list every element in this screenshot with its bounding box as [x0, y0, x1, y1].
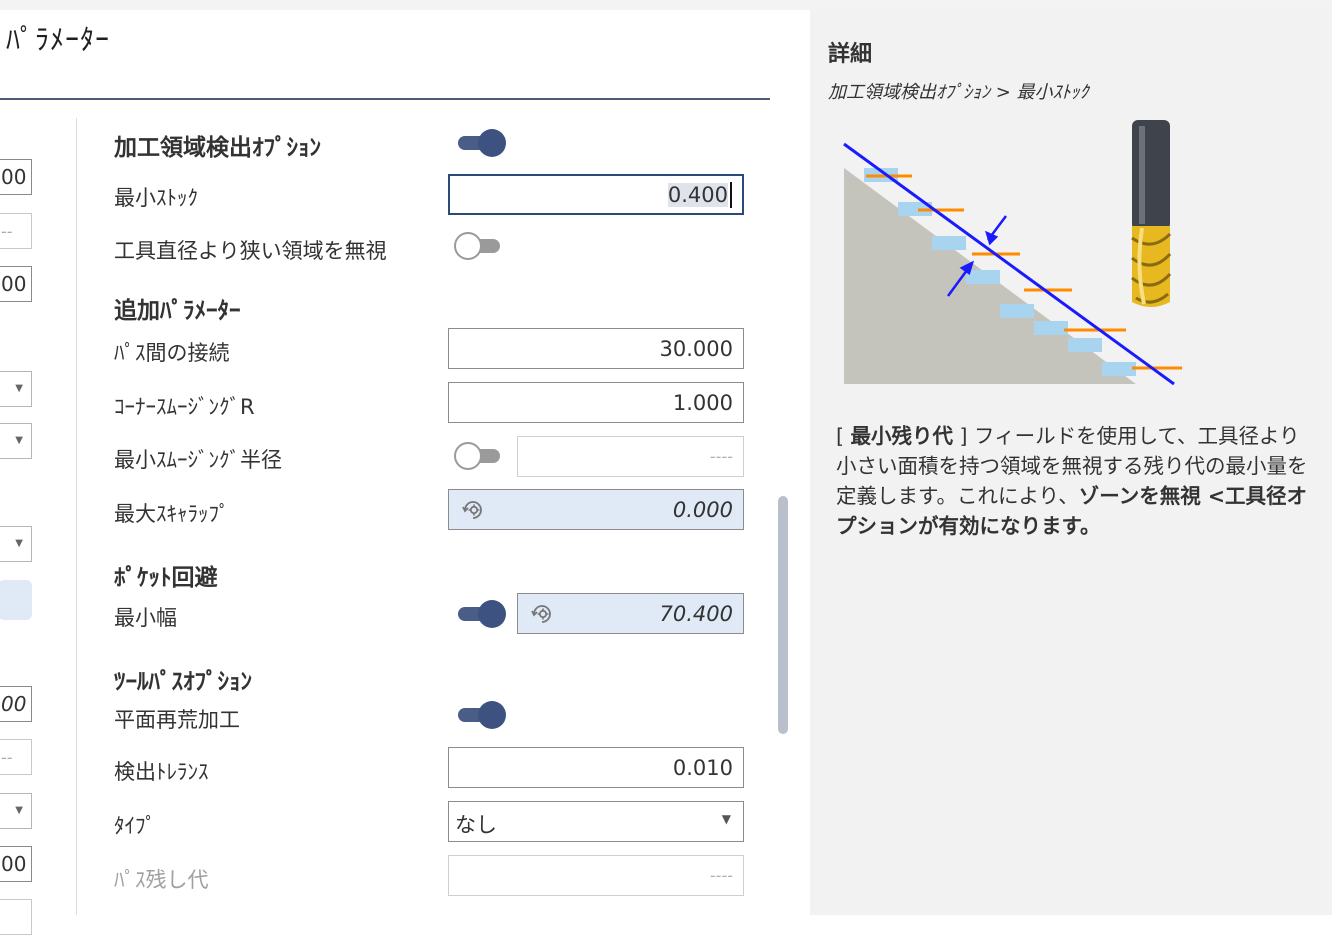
left-input-3[interactable]: 00	[0, 266, 32, 302]
calculator-refresh-icon[interactable]	[530, 602, 554, 626]
max-scallop-value: 0.000	[672, 497, 733, 522]
flat-rerough-label: 平面再荒加工	[114, 708, 240, 732]
detection-toggle[interactable]	[456, 129, 506, 157]
left-select-4[interactable]	[0, 793, 32, 829]
desc-bracket-open: [	[836, 424, 851, 448]
end-mill-icon	[1131, 120, 1172, 307]
corner-radius-label: ｺｰﾅｰｽﾑｰｼﾞﾝｸﾞR	[114, 395, 255, 419]
min-stock-diagram	[843, 120, 1182, 386]
max-scallop-input[interactable]: 0.000	[448, 489, 744, 530]
left-input-1[interactable]: 00	[0, 159, 32, 195]
left-input-4[interactable]: 00	[0, 686, 32, 722]
tolerance-label: 検出ﾄﾚﾗﾝｽ	[114, 760, 209, 784]
type-select-value: なし	[455, 813, 497, 837]
min-stock-value: 0.400	[667, 182, 728, 207]
section-toolpath-title: ﾂｰﾙﾊﾟｽｵﾌﾟｼｮﾝ	[114, 669, 252, 695]
min-stock-input[interactable]: 0.400	[448, 174, 744, 215]
min-stock-label: 最小ｽﾄｯｸ	[114, 186, 198, 210]
left-select-2[interactable]	[0, 423, 32, 459]
left-select-1[interactable]	[0, 371, 32, 407]
left-select-3[interactable]	[0, 526, 32, 562]
desc-term: 最小残り代	[850, 424, 954, 448]
title-divider	[0, 98, 770, 100]
type-label: ﾀｲﾌﾟ	[114, 814, 156, 838]
pass-link-label: ﾊﾟｽ間の接続	[114, 341, 230, 365]
section-additional-title: 追加ﾊﾟﾗﾒｰﾀｰ	[114, 298, 241, 324]
min-width-value: 70.400	[659, 601, 733, 626]
section-detection-title: 加工領域検出ｵﾌﾟｼｮﾝ	[114, 135, 321, 161]
section-pocket-title: ﾎﾟｹｯﾄ回避	[114, 565, 218, 591]
column-divider	[76, 118, 77, 915]
min-smoothing-label: 最小ｽﾑｰｼﾞﾝｸﾞ半径	[114, 448, 282, 472]
left-input-7[interactable]	[0, 899, 32, 935]
ignore-narrow-label: 工具直径より狭い領域を無視	[114, 239, 387, 263]
left-highlight[interactable]	[0, 580, 32, 620]
details-title: 詳細	[828, 42, 873, 67]
details-description: [ 最小残り代 ] フィールドを使用して、工具径より小さい面積を持つ領域を無視す…	[836, 421, 1314, 541]
top-strip	[0, 0, 1332, 10]
left-input-2[interactable]: --	[0, 213, 32, 249]
toggle-knob	[454, 442, 482, 470]
min-smoothing-toggle[interactable]	[454, 442, 502, 470]
corner-radius-input[interactable]: 1.000	[448, 382, 744, 423]
toggle-knob	[478, 129, 506, 157]
min-width-label: 最小幅	[114, 606, 177, 630]
page-title: ﾊﾟﾗﾒｰﾀｰ	[6, 23, 111, 56]
desc-bracket-close: ]	[953, 424, 968, 448]
details-breadcrumb: 加工領域検出ｵﾌﾟｼｮﾝ > 最小ｽﾄｯｸ	[828, 82, 1089, 103]
toggle-knob	[478, 600, 506, 628]
toggle-knob	[478, 701, 506, 729]
min-width-toggle[interactable]	[456, 600, 506, 628]
text-caret	[730, 181, 732, 208]
vertical-scrollbar[interactable]	[778, 496, 788, 734]
min-width-input[interactable]: 70.400	[517, 593, 744, 634]
type-select[interactable]: なし ▼	[448, 801, 744, 842]
ignore-narrow-toggle[interactable]	[454, 232, 502, 260]
max-scallop-label: 最大ｽｷｬﾗｯﾌﾟ	[114, 502, 230, 526]
calculator-refresh-icon[interactable]	[461, 498, 485, 522]
min-smoothing-input[interactable]: ----	[517, 436, 744, 477]
pass-stock-label: ﾊﾟｽ残し代	[114, 868, 209, 892]
pass-stock-input[interactable]: ----	[448, 855, 744, 896]
toggle-knob	[454, 232, 482, 260]
left-input-5[interactable]: --	[0, 739, 32, 775]
left-input-6[interactable]: 00	[0, 846, 32, 882]
tolerance-input[interactable]: 0.010	[448, 747, 744, 788]
flat-rerough-toggle[interactable]	[456, 701, 506, 729]
pass-link-input[interactable]: 30.000	[448, 328, 744, 369]
chevron-down-icon: ▼	[721, 812, 731, 826]
